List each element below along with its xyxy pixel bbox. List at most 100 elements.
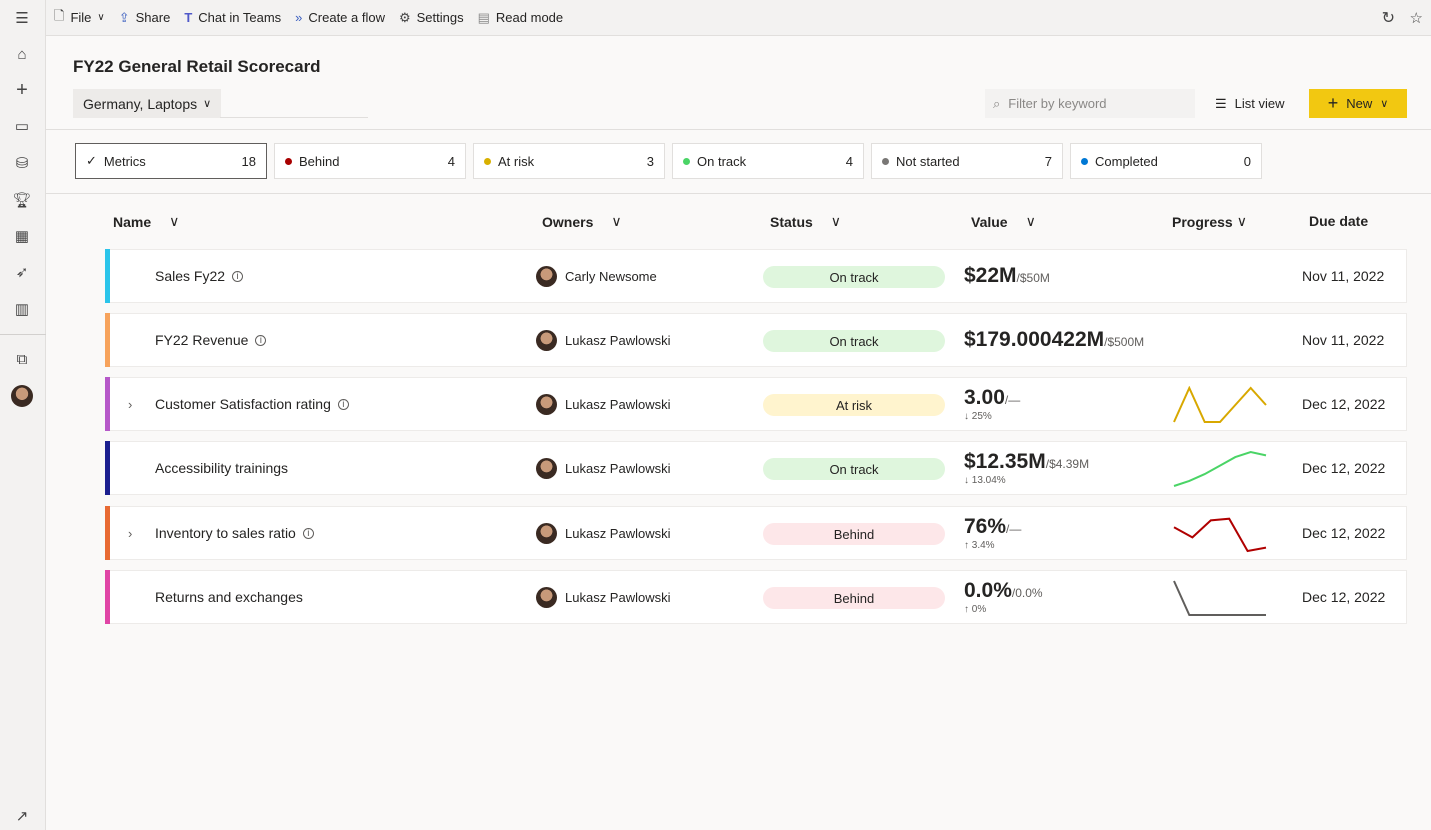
column-header-value[interactable]: Value ∨ <box>971 213 1036 230</box>
goals-trophy-icon[interactable]: 🏆︎ <box>11 189 33 211</box>
data-hub-icon[interactable]: ⛁ <box>11 152 33 174</box>
tile-label: Completed <box>1095 153 1158 169</box>
metric-name[interactable]: Returns and exchanges <box>155 589 303 605</box>
owner-avatar <box>536 457 557 479</box>
expand-arrow-icon[interactable]: ↗ <box>11 805 33 827</box>
home-icon[interactable]: ⌂ <box>11 43 33 65</box>
column-header-name[interactable]: Name ∨ <box>113 213 179 230</box>
info-icon[interactable]: i <box>337 398 349 410</box>
metric-row[interactable]: Sales Fy22 i Carly Newsome On track $22M/$50… <box>105 249 1407 303</box>
sparkline-line <box>1173 450 1267 487</box>
metric-row[interactable]: › Inventory to sales ratio i Lukasz Pawlows… <box>105 506 1407 560</box>
search-input[interactable]: ⌕ Filter by keyword <box>985 89 1195 118</box>
tile-count: 4 <box>845 153 853 169</box>
summary-tile-at-risk[interactable]: At risk 3 <box>473 143 665 179</box>
page-title: FY22 General Retail Scorecard <box>73 57 321 76</box>
owner[interactable]: Lukasz Pawlowski <box>536 507 671 559</box>
share-button[interactable]: ⇪ Share <box>119 10 171 26</box>
info-icon[interactable]: i <box>255 334 267 346</box>
metric-row[interactable]: Accessibility trainings Lukasz Pawlowski O… <box>105 441 1407 495</box>
status-dot-icon <box>484 157 491 165</box>
target-value: /$500M <box>1104 335 1145 349</box>
sparkline-line <box>1173 517 1267 553</box>
metric-value[interactable]: $22M/$50M <box>964 264 1050 288</box>
tile-count: 18 <box>241 153 256 169</box>
filter-dropdown[interactable]: Germany, Laptops ∨ <box>73 89 222 118</box>
chat-in-teams-button[interactable]: T Chat in Teams <box>184 10 281 25</box>
metric-name[interactable]: Sales Fy22 <box>155 268 225 284</box>
metric-name[interactable]: Accessibility trainings <box>155 460 288 476</box>
owner-name: Lukasz Pawlowski <box>565 396 671 412</box>
workspaces-icon[interactable]: ⧉ <box>11 348 33 370</box>
gear-icon: ⚙ <box>398 9 411 25</box>
hamburger-icon[interactable]: ☰ <box>11 7 33 29</box>
metric-value[interactable]: $179.000422M/$500M <box>964 328 1144 352</box>
column-header-progress[interactable]: Progress ∨ <box>1172 213 1247 230</box>
metric-name[interactable]: FY22 Revenue <box>155 332 248 348</box>
browse-folder-icon[interactable]: ▭ <box>11 115 33 137</box>
status-badge[interactable]: On track <box>763 266 945 288</box>
metric-row[interactable]: Returns and exchanges Lukasz Pawlowski Beh… <box>105 570 1407 624</box>
favorite-star-icon[interactable]: ☆ <box>1410 9 1423 27</box>
target-value: /0.0% <box>1011 586 1043 600</box>
metric-value[interactable]: 3.00/— ↓ 25% <box>964 386 1020 422</box>
user-avatar[interactable] <box>11 385 33 407</box>
refresh-icon[interactable]: ↻ <box>1382 8 1395 28</box>
status-badge[interactable]: At risk <box>763 394 945 416</box>
chevron-down-icon: ∨ <box>1236 213 1247 229</box>
metric-row[interactable]: › Customer Satisfaction rating i Lukasz Paw… <box>105 377 1407 431</box>
metric-row[interactable]: FY22 Revenue i Lukasz Pawlowski On track $17… <box>105 313 1407 367</box>
file-menu[interactable]: 🗋 File ∨ <box>54 7 105 29</box>
expand-chevron-icon[interactable]: › <box>128 378 132 430</box>
owner[interactable]: Lukasz Pawlowski <box>536 378 671 430</box>
summary-tile-not-started[interactable]: Not started 7 <box>871 143 1063 179</box>
column-header-status[interactable]: Status ∨ <box>770 213 841 230</box>
summary-tile-behind[interactable]: Behind 4 <box>274 143 466 179</box>
status-dot-icon <box>1081 157 1088 165</box>
status-badge[interactable]: On track <box>763 458 945 480</box>
new-button[interactable]: + New ∨ <box>1309 89 1407 118</box>
owner[interactable]: Lukasz Pawlowski <box>536 442 671 494</box>
new-label: New <box>1346 96 1373 111</box>
status-badge[interactable]: Behind <box>763 587 945 609</box>
owner[interactable]: Carly Newsome <box>536 250 657 302</box>
learn-rocket-icon[interactable]: ➶ <box>11 261 33 283</box>
progress-sparkline <box>1173 386 1267 423</box>
column-header-owners[interactable]: Owners ∨ <box>542 213 622 230</box>
value-change: ↓ 13.04% <box>964 475 1006 486</box>
read-mode-label: Read mode <box>495 10 564 25</box>
metric-name[interactable]: Customer Satisfaction rating <box>155 396 331 412</box>
read-mode-button[interactable]: ▤ Read mode <box>478 10 564 26</box>
owner[interactable]: Lukasz Pawlowski <box>536 314 671 366</box>
book-icon[interactable]: ▥ <box>11 298 33 320</box>
tile-count: 4 <box>447 153 455 169</box>
share-icon: ⇪ <box>118 9 130 25</box>
due-date: Dec 12, 2022 <box>1302 525 1386 541</box>
metric-value[interactable]: 0.0%/0.0% ↑ 0% <box>964 579 1043 615</box>
list-view-button[interactable]: ☰ List view <box>1215 89 1285 118</box>
metric-name[interactable]: Inventory to sales ratio <box>155 525 296 541</box>
owner-name: Lukasz Pawlowski <box>565 460 671 476</box>
status-badge[interactable]: On track <box>763 330 945 352</box>
chevron-down-icon: ∨ <box>97 12 105 23</box>
create-icon[interactable]: + <box>11 79 33 101</box>
summary-tile-on-track[interactable]: On track 4 <box>672 143 864 179</box>
info-icon[interactable]: i <box>302 527 314 539</box>
summary-tile-completed[interactable]: Completed 0 <box>1070 143 1262 179</box>
summary-tile-metrics[interactable]: ✓ Metrics 18 <box>75 143 267 179</box>
plus-icon: + <box>1327 93 1339 113</box>
settings-label: Settings <box>416 10 464 25</box>
list-icon: ☰ <box>1215 95 1227 111</box>
metric-color-bar <box>105 249 110 303</box>
expand-chevron-icon[interactable]: › <box>128 507 132 559</box>
settings-button[interactable]: ⚙ Settings <box>399 10 464 26</box>
create-flow-button[interactable]: » Create a flow <box>295 10 385 25</box>
status-badge[interactable]: Behind <box>763 523 945 545</box>
info-icon[interactable]: i <box>232 270 244 282</box>
metric-value[interactable]: $12.35M/$4.39M ↓ 13.04% <box>964 450 1089 486</box>
apps-icon[interactable]: ▦ <box>11 225 33 247</box>
owner[interactable]: Lukasz Pawlowski <box>536 571 671 623</box>
metric-value[interactable]: 76%/— ↑ 3.4% <box>964 515 1021 551</box>
status-dot-icon <box>882 157 889 165</box>
column-header-due-date[interactable]: Due date <box>1309 213 1368 229</box>
